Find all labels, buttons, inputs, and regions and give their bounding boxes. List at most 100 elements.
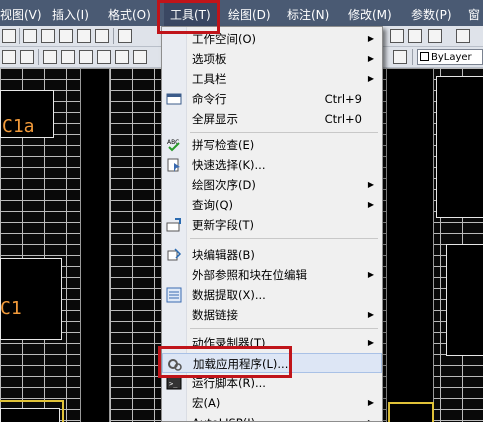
- layer-properties-icon[interactable]: [43, 50, 57, 64]
- menu-insert[interactable]: 插入(I): [52, 0, 89, 26]
- menu-item-load-application[interactable]: 加载应用程序(L)...: [162, 353, 382, 373]
- layer-manager-icon[interactable]: [20, 50, 34, 64]
- copy-icon[interactable]: [41, 29, 55, 43]
- menu-bar: 视图(V) 插入(I) 格式(O) 工具(T) 绘图(D) 标注(N) 修改(M…: [0, 0, 483, 26]
- submenu-arrow-icon: ▶: [367, 54, 374, 63]
- menu-item-autolisp[interactable]: AutoLISP(I) ▶: [162, 413, 382, 421]
- menu-item-label: 全屏显示: [192, 112, 238, 126]
- undo-icon[interactable]: [118, 29, 132, 43]
- menu-item-command-line[interactable]: 命令行 Ctrl+9: [162, 89, 382, 109]
- block-editor-icon: [167, 248, 182, 261]
- toolbar-separator: [38, 49, 39, 65]
- menu-item-label: 命令行: [192, 92, 227, 106]
- menu-item-label: 外部参照和块在位编辑: [192, 268, 307, 282]
- menu-separator: [190, 328, 378, 329]
- gear-icon[interactable]: [2, 50, 16, 64]
- menu-window[interactable]: 窗: [468, 0, 480, 26]
- layer-combo-icon[interactable]: [133, 50, 147, 64]
- menu-tools[interactable]: 工具(T): [164, 0, 217, 26]
- menu-parameter[interactable]: 参数(P): [411, 0, 452, 26]
- text-style-icon[interactable]: [456, 29, 470, 43]
- update-field-icon: [166, 218, 181, 232]
- menu-item-data-links[interactable]: 数据链接 ▶: [162, 305, 382, 325]
- color-swatch: [420, 52, 429, 61]
- toolbar-separator: [113, 28, 114, 44]
- menu-item-label: 加载应用程序(L)...: [193, 357, 289, 371]
- submenu-arrow-icon: ▶: [367, 398, 374, 407]
- submenu-arrow-icon: ▶: [367, 310, 374, 319]
- menu-item-block-editor[interactable]: 块编辑器(B): [162, 245, 382, 265]
- tools-menu-dropdown: 工作空间(O) ▶ 选项板 ▶ 工具栏 ▶ 命令行 Ctrl+9 全屏显示 Ct…: [161, 26, 383, 422]
- menu-item-label: 块编辑器(B): [192, 248, 255, 262]
- menu-item-update-fields[interactable]: 更新字段(T): [162, 215, 382, 235]
- menu-item-data-extraction[interactable]: 数据提取(X)...: [162, 285, 382, 305]
- menu-draw[interactable]: 绘图(D): [228, 0, 271, 26]
- menu-item-toolbars[interactable]: 工具栏 ▶: [162, 69, 382, 89]
- menu-format[interactable]: 格式(O): [108, 0, 151, 26]
- cut-icon[interactable]: [23, 29, 37, 43]
- menu-separator: [190, 132, 378, 133]
- menu-item-workspaces[interactable]: 工作空间(O) ▶: [162, 29, 382, 49]
- submenu-arrow-icon: ▶: [367, 34, 374, 43]
- menu-item-action-recorder[interactable]: 动作录制器(T) ▶: [162, 333, 382, 353]
- color-combo-value: ByLayer: [431, 52, 472, 63]
- menu-view[interactable]: 视图(V): [0, 0, 42, 26]
- menu-item-fullscreen[interactable]: 全屏显示 Ctrl+0: [162, 109, 382, 129]
- submenu-arrow-icon: ▶: [367, 270, 374, 279]
- menu-item-macro[interactable]: 宏(A) ▶: [162, 393, 382, 413]
- menu-item-label: 工作空间(O): [192, 32, 257, 46]
- menu-separator: [190, 238, 378, 239]
- menu-item-quick-select[interactable]: 快速选择(K)...: [162, 155, 382, 175]
- menu-dimension[interactable]: 标注(N): [287, 0, 329, 26]
- help-icon[interactable]: [428, 29, 442, 43]
- toolbar-separator: [19, 28, 20, 44]
- calculator-icon[interactable]: [408, 29, 422, 43]
- menu-item-label: 查询(Q): [192, 198, 234, 212]
- run-script-icon: >_: [166, 376, 182, 390]
- match-properties-icon[interactable]: [95, 29, 109, 43]
- sheet-set-icon[interactable]: [390, 29, 404, 43]
- window-frame: [436, 76, 483, 218]
- data-extraction-icon: [166, 287, 182, 303]
- menu-item-inquiry[interactable]: 查询(Q) ▶: [162, 195, 382, 215]
- cad-text-label: C1a: [2, 116, 35, 137]
- menu-item-run-script[interactable]: >_ 运行脚本(R)...: [162, 373, 382, 393]
- menu-item-draw-order[interactable]: 绘图次序(D) ▶: [162, 175, 382, 195]
- menu-modify[interactable]: 修改(M): [348, 0, 392, 26]
- menu-item-xref-edit[interactable]: 外部参照和块在位编辑 ▶: [162, 265, 382, 285]
- menu-item-shortcut: Ctrl+9: [324, 92, 362, 106]
- paste-special-icon[interactable]: [77, 29, 91, 43]
- column-outline: [80, 68, 110, 422]
- submenu-arrow-icon: ▶: [368, 413, 374, 421]
- menu-item-label: 数据链接: [192, 308, 238, 322]
- menu-item-label: 运行脚本(R)...: [192, 376, 266, 390]
- menu-item-label: 绘图次序(D): [192, 178, 256, 192]
- lock-icon[interactable]: [97, 50, 111, 64]
- menu-item-shortcut: Ctrl+0: [324, 112, 362, 126]
- command-line-icon: [166, 93, 182, 105]
- menu-item-label: AutoLISP(I): [192, 413, 255, 421]
- menu-item-label: 选项板: [192, 52, 227, 66]
- layer-previous-icon[interactable]: [393, 50, 407, 64]
- submenu-arrow-icon: ▶: [367, 200, 374, 209]
- menu-item-label: 宏(A): [192, 396, 221, 410]
- sun-icon[interactable]: [79, 50, 93, 64]
- menu-item-palettes[interactable]: 选项板 ▶: [162, 49, 382, 69]
- color-combo[interactable]: ByLayer: [417, 49, 483, 65]
- submenu-arrow-icon: ▶: [367, 74, 374, 83]
- menu-item-label: 动作录制器(T): [192, 336, 266, 350]
- toolbar-separator: [412, 49, 413, 65]
- paste-icon[interactable]: [59, 29, 73, 43]
- column-outline: [386, 68, 434, 422]
- menu-item-label: 拼写检查(E): [192, 138, 255, 152]
- spell-check-icon: ABC: [167, 139, 180, 152]
- layer-color-icon[interactable]: [115, 50, 129, 64]
- load-application-icon: [168, 359, 182, 371]
- lightbulb-icon[interactable]: [61, 50, 75, 64]
- pencil-icon[interactable]: [2, 29, 16, 43]
- yellow-selection: [388, 402, 434, 422]
- menu-item-spell-check[interactable]: ABC 拼写检查(E): [162, 135, 382, 155]
- menu-item-label: 快速选择(K)...: [192, 158, 266, 172]
- svg-text:>_: >_: [169, 380, 178, 388]
- menu-item-label: 工具栏: [192, 72, 227, 86]
